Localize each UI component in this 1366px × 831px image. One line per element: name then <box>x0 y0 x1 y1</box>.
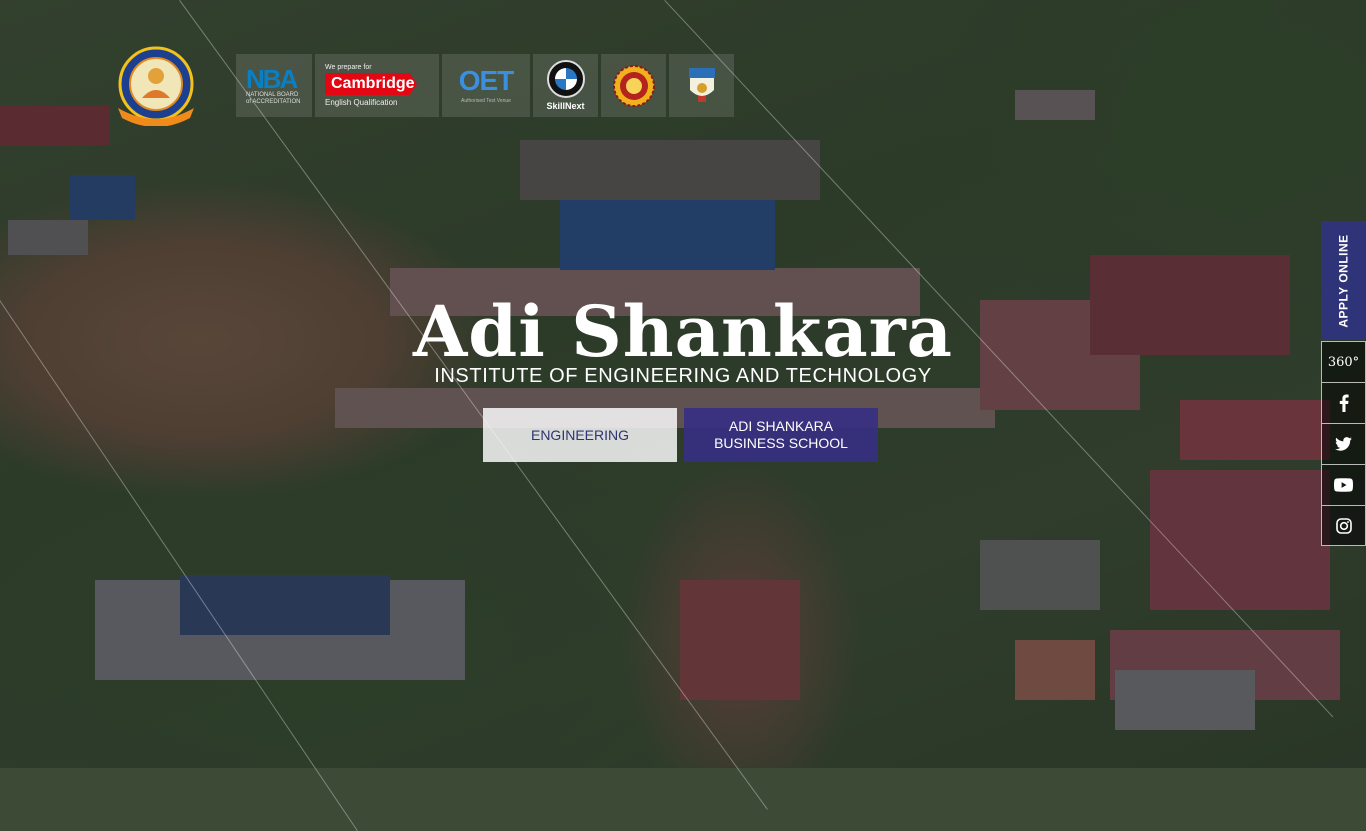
social-rail: 360° <box>1321 341 1366 546</box>
accreditation-badges: NBA NATIONAL BOARD of ACCREDITATION We p… <box>236 54 734 117</box>
institute-seal-logo[interactable] <box>112 46 200 127</box>
oet-caption: Authorised Test Venue <box>461 98 511 104</box>
apply-online-label: APPLY ONLINE <box>1336 233 1351 328</box>
nba-logo-text: NBA <box>246 63 298 94</box>
nba-caption: NATIONAL BOARD of ACCREDITATION <box>246 91 301 105</box>
aicte-seal-icon <box>612 64 655 107</box>
hero-title: Adi Shankara <box>412 290 953 373</box>
business-school-button[interactable]: ADI SHANKARA BUSINESS SCHOOL <box>684 408 878 462</box>
apply-online-button[interactable]: APPLY ONLINE <box>1321 221 1366 340</box>
instagram-icon <box>1335 517 1352 534</box>
engineering-button[interactable]: ENGINEERING <box>483 408 677 462</box>
oet-badge[interactable]: OET Authorised Test Venue <box>442 54 530 117</box>
bmw-caption: SkillNext <box>546 101 585 111</box>
cambridge-top-text: We prepare for <box>325 64 372 71</box>
bmw-logo-icon <box>546 60 585 98</box>
facebook-icon <box>1339 394 1349 412</box>
bmw-skillnext-badge[interactable]: SkillNext <box>533 54 598 117</box>
twitter-button[interactable] <box>1321 423 1366 464</box>
nba-badge[interactable]: NBA NATIONAL BOARD of ACCREDITATION <box>236 54 312 117</box>
aicte-badge[interactable] <box>601 54 666 117</box>
virtual-tour-label: 360° <box>1327 354 1360 370</box>
virtual-tour-button[interactable]: 360° <box>1321 341 1366 382</box>
cambridge-badge[interactable]: We prepare for Cambridge English Qualifi… <box>315 54 439 117</box>
cambridge-brand: Cambridge <box>325 73 417 95</box>
hero-subtitle: INSTITUTE OF ENGINEERING AND TECHNOLOGY <box>434 365 932 387</box>
facebook-button[interactable] <box>1321 382 1366 423</box>
ktu-badge[interactable] <box>669 54 734 117</box>
cambridge-caption: English Qualification <box>325 98 398 107</box>
university-crest-icon <box>688 67 715 102</box>
youtube-button[interactable] <box>1321 464 1366 505</box>
instagram-button[interactable] <box>1321 505 1366 546</box>
twitter-icon <box>1335 437 1352 451</box>
oet-logo-text: OET <box>458 65 515 96</box>
youtube-icon <box>1334 478 1353 492</box>
